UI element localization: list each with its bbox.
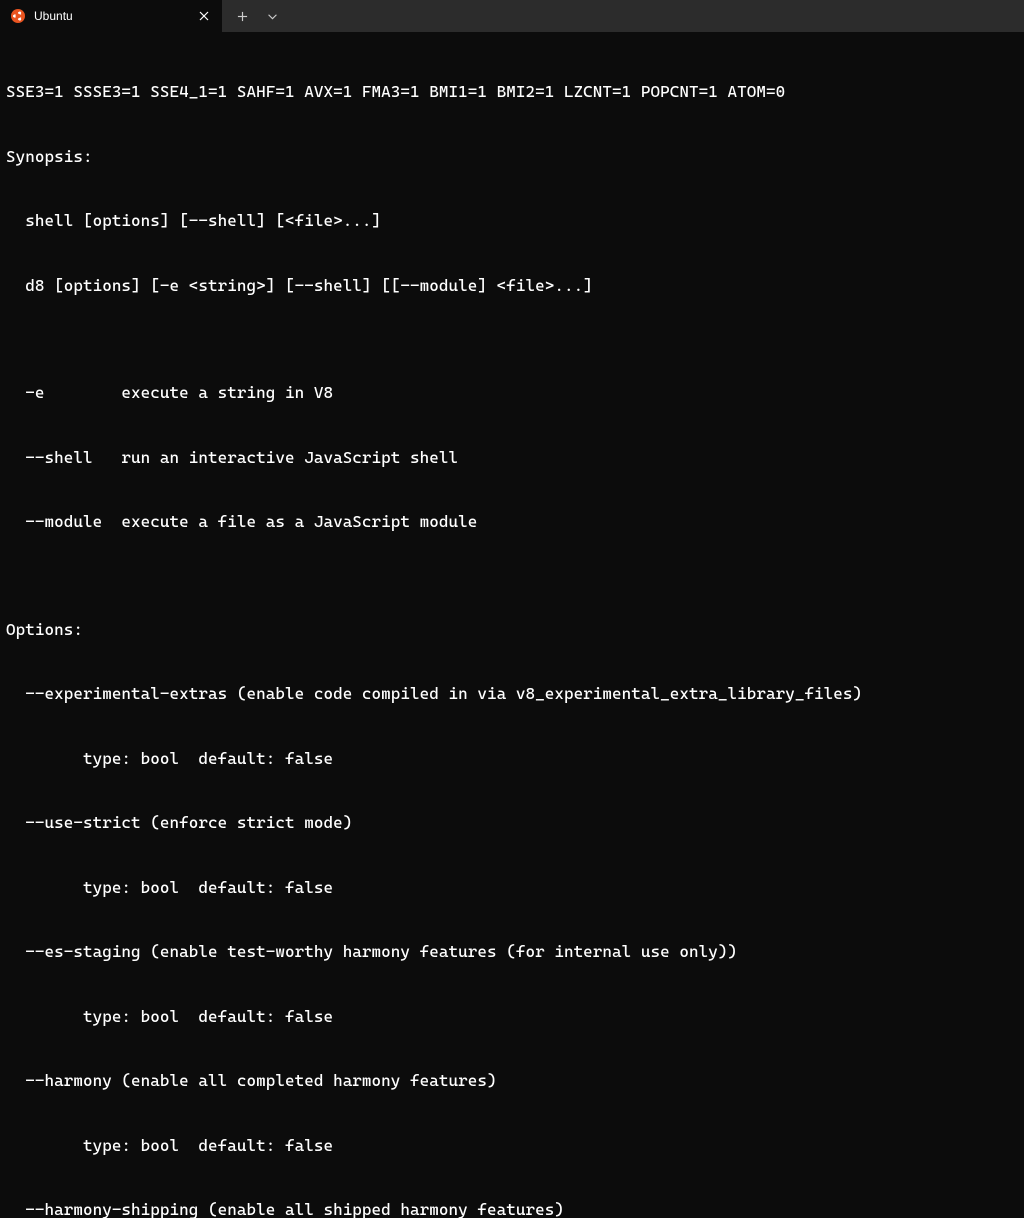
terminal-line: type: bool default: false <box>6 1006 1018 1028</box>
terminal-output[interactable]: SSE3=1 SSSE3=1 SSE4_1=1 SAHF=1 AVX=1 FMA… <box>0 32 1024 1218</box>
close-icon[interactable] <box>196 8 212 24</box>
tab-title: Ubuntu <box>34 9 188 23</box>
title-actions <box>222 0 286 32</box>
terminal-line: --es-staging (enable test-worthy harmony… <box>6 941 1018 963</box>
terminal-line: --harmony (enable all completed harmony … <box>6 1070 1018 1092</box>
new-tab-button[interactable] <box>228 2 256 30</box>
terminal-line: -e execute a string in V8 <box>6 382 1018 404</box>
terminal-line: SSE3=1 SSSE3=1 SSE4_1=1 SAHF=1 AVX=1 FMA… <box>6 81 1018 103</box>
terminal-line: type: bool default: false <box>6 877 1018 899</box>
terminal-line: --shell run an interactive JavaScript sh… <box>6 447 1018 469</box>
ubuntu-icon <box>10 8 26 24</box>
title-bar: Ubuntu <box>0 0 1024 32</box>
terminal-line: --module execute a file as a JavaScript … <box>6 511 1018 533</box>
terminal-line: shell [options] [--shell] [<file>...] <box>6 210 1018 232</box>
tab-dropdown-button[interactable] <box>258 2 286 30</box>
terminal-line: type: bool default: false <box>6 1135 1018 1157</box>
tab-ubuntu[interactable]: Ubuntu <box>0 0 222 32</box>
terminal-line: d8 [options] [-e <string>] [--shell] [[-… <box>6 275 1018 297</box>
terminal-line: Options: <box>6 619 1018 641</box>
terminal-line: --experimental-extras (enable code compi… <box>6 683 1018 705</box>
terminal-line: --harmony-shipping (enable all shipped h… <box>6 1199 1018 1218</box>
terminal-line: --use-strict (enforce strict mode) <box>6 812 1018 834</box>
terminal-line: type: bool default: false <box>6 748 1018 770</box>
terminal-line: Synopsis: <box>6 146 1018 168</box>
